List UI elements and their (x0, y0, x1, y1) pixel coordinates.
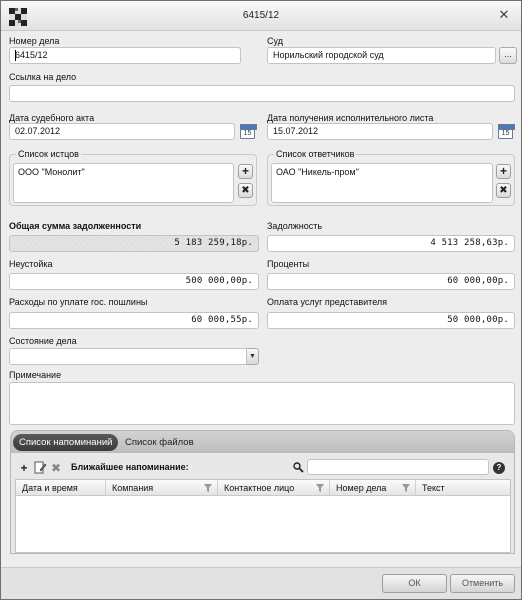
add-defendant-button[interactable]: + (496, 164, 511, 179)
reminders-grid: Дата и время Компания Контактное лицо Но… (15, 479, 511, 553)
list-item[interactable]: ОАО "Никель-пром" (276, 167, 488, 177)
search-icon (293, 462, 304, 473)
case-link-field[interactable] (9, 85, 515, 102)
column-header-company[interactable]: Компания (106, 480, 218, 496)
reminder-search-input[interactable] (307, 459, 489, 475)
case-number-field[interactable]: 6415/12 (9, 47, 241, 64)
interest-label: Проценты (267, 259, 310, 269)
debt-label: Задолжность (267, 221, 323, 231)
total-debt-label: Общая сумма задолженности (9, 221, 142, 231)
grid-header: Дата и время Компания Контактное лицо Но… (16, 480, 510, 496)
add-reminder-button[interactable]: + (17, 461, 31, 475)
tab-strip: Список напоминаний Список файлов (11, 431, 514, 453)
cancel-button[interactable]: Отменить (450, 574, 515, 593)
filter-icon[interactable] (402, 484, 410, 492)
window-title: 6415/12 (242, 10, 280, 21)
case-number-value: 6415/12 (15, 50, 48, 60)
delete-reminder-button[interactable]: ✖ (49, 461, 63, 475)
court-field[interactable]: Норильский городской суд (267, 47, 496, 64)
text-caret (15, 50, 16, 61)
plaintiffs-group-title: Список истцов (16, 149, 81, 159)
column-header-contact[interactable]: Контактное лицо (218, 480, 330, 496)
writ-date-field[interactable]: 15.07.2012 (267, 123, 493, 140)
list-item[interactable]: ООО "Монолит" (18, 167, 229, 177)
filter-icon[interactable] (316, 484, 324, 492)
dialog-footer: ОК Отменить (1, 567, 521, 599)
act-date-label: Дата судебного акта (9, 113, 95, 123)
edit-reminder-icon[interactable] (33, 461, 47, 475)
state-duty-field[interactable]: 60 000,55р. (9, 312, 259, 329)
column-header-text[interactable]: Текст (416, 480, 510, 496)
representative-fee-field[interactable]: 50 000,00р. (267, 312, 515, 329)
column-header-datetime[interactable]: Дата и время (16, 480, 106, 496)
tab-panel: Список напоминаний Список файлов + ✖ Бли… (10, 430, 515, 554)
case-number-label: Номер дела (9, 36, 60, 46)
remove-defendant-button[interactable]: ✖ (496, 183, 511, 198)
remove-plaintiff-button[interactable]: ✖ (238, 183, 253, 198)
representative-fee-label: Оплата услуг представителя (267, 297, 388, 307)
plaintiffs-list[interactable]: ООО "Монолит" (13, 163, 234, 203)
penalty-label: Неустойка (9, 259, 53, 269)
nearest-reminder-label: Ближайшее напоминание: (71, 462, 189, 472)
debt-field[interactable]: 4 513 258,63р. (267, 235, 515, 252)
state-duty-label: Расходы по уплате гос. пошлины (9, 297, 148, 307)
act-date-calendar-icon[interactable]: 15 (240, 124, 257, 139)
add-plaintiff-button[interactable]: + (238, 164, 253, 179)
case-status-label: Состояние дела (9, 336, 77, 346)
court-browse-button[interactable]: ... (499, 47, 517, 64)
help-icon[interactable]: ? (493, 462, 505, 474)
tab-reminders[interactable]: Список напоминаний (13, 434, 119, 451)
penalty-field[interactable]: 500 000,00р. (9, 273, 259, 290)
writ-date-calendar-icon[interactable]: 15 (498, 124, 515, 139)
interest-field[interactable]: 60 000,00р. (267, 273, 515, 290)
title-bar[interactable]: 6415/12 ✕ (1, 1, 521, 31)
defendants-list[interactable]: ОАО "Никель-пром" (271, 163, 493, 203)
act-date-field[interactable]: 02.07.2012 (9, 123, 235, 140)
case-dialog-window: 6415/12 ✕ Номер дела 6415/12 Суд Норильс… (0, 0, 522, 600)
note-label: Примечание (9, 370, 62, 380)
ok-button[interactable]: ОК (382, 574, 447, 593)
chevron-down-icon[interactable]: ▼ (247, 348, 259, 365)
case-link-label: Ссылка на дело (9, 72, 77, 82)
close-icon[interactable]: ✕ (497, 8, 511, 22)
writ-date-label: Дата получения исполнительного листа (267, 113, 434, 123)
case-status-select[interactable] (9, 348, 247, 365)
tab-files[interactable]: Список файлов (119, 434, 200, 451)
filter-icon[interactable] (204, 484, 212, 492)
note-textarea[interactable] (9, 382, 515, 425)
defendants-group-title: Список ответчиков (274, 149, 357, 159)
total-debt-field: 5 183 259,18р. (9, 235, 259, 252)
court-label: Суд (267, 36, 283, 46)
